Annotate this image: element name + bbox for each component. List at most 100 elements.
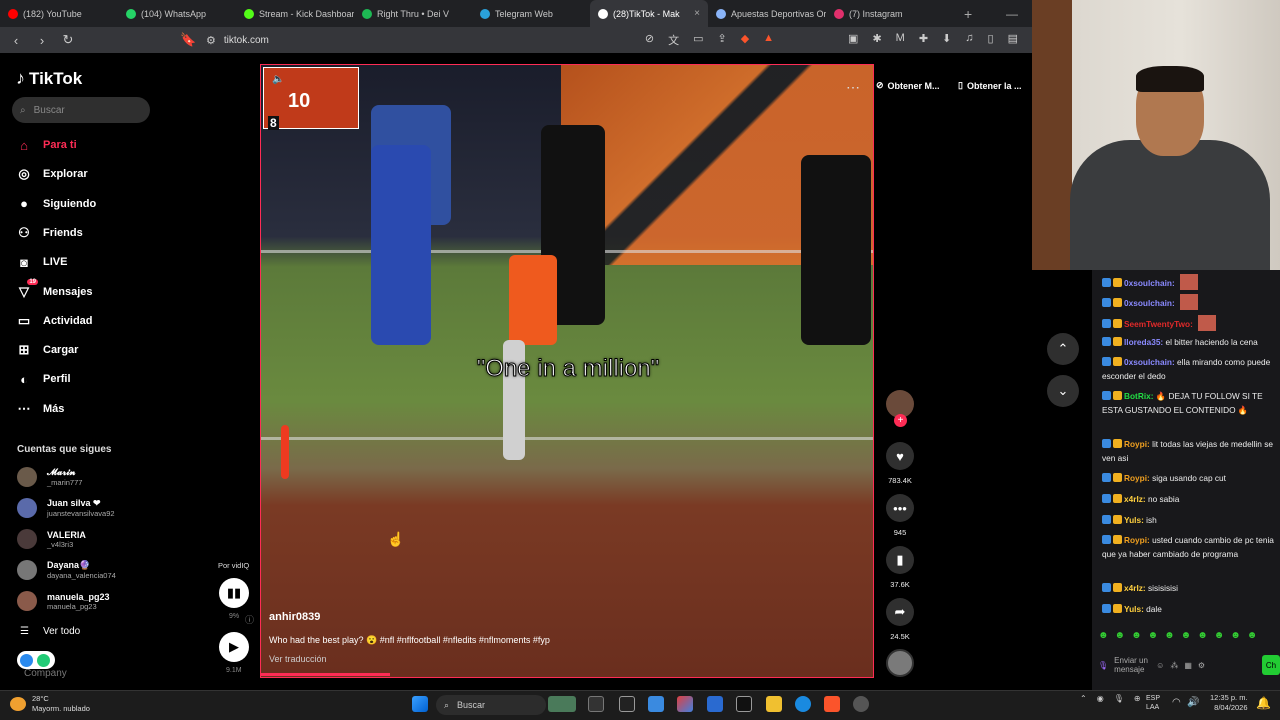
brave-icon[interactable] [824, 696, 840, 712]
browser-tab[interactable]: (182) YouTube [0, 0, 118, 27]
url-text[interactable]: tiktok.com [224, 35, 269, 46]
chat-username[interactable]: 0xsoulchain: [1124, 298, 1175, 308]
extension-fire-icon[interactable]: ✱ [872, 32, 881, 48]
chat-username[interactable]: x4rlz: [1124, 494, 1146, 504]
chat-username[interactable]: Yuls: [1124, 604, 1144, 614]
edge-icon[interactable] [795, 696, 811, 712]
nav-item[interactable]: ◙ LIVE [16, 254, 67, 270]
following-account[interactable]: 𝓜𝓪𝓻𝓲𝓷 _marin777 [17, 467, 82, 487]
taskbar-search[interactable]: ⌕ Buscar [436, 695, 546, 715]
emote-icon[interactable]: ☻ [1214, 630, 1225, 641]
cast-icon[interactable]: ⊘ [645, 32, 654, 48]
close-tab-icon[interactable]: × [694, 8, 700, 19]
file-explorer-icon[interactable] [766, 696, 782, 712]
install-icon[interactable]: ▭ [693, 32, 703, 48]
extension-button-2[interactable]: ▯ Obtener la ... [958, 80, 1021, 91]
back-icon[interactable]: ‹ [8, 33, 24, 48]
terminal-icon[interactable] [736, 696, 752, 712]
music-disc[interactable] [886, 649, 914, 677]
extension-button-1[interactable]: ⊘ Obtener M... [876, 80, 940, 91]
browser-tab[interactable]: (7) Instagram [826, 0, 944, 27]
chat-username[interactable]: 0xsoulchain: [1124, 357, 1175, 367]
minimize-icon[interactable]: — [1006, 7, 1018, 21]
taskbar-clock[interactable]: 12:35 p. m. 8/04/2026 [1210, 693, 1248, 713]
weather-widget[interactable]: 28°C Mayorm. nublado [32, 694, 90, 714]
emoji-icon[interactable]: ☺ [1156, 661, 1164, 670]
volume-icon[interactable]: 🔈 [272, 74, 284, 85]
task-view-icon[interactable] [588, 696, 604, 712]
share-icon[interactable]: ⇪ [717, 32, 726, 48]
store-icon[interactable]: ▦ [1184, 661, 1192, 670]
chat-username[interactable]: x4rlz: [1124, 583, 1146, 593]
chat-input[interactable]: Enviar un mensaje [1114, 656, 1150, 674]
emote-icon[interactable]: ☻ [1164, 630, 1175, 641]
chevron-up-icon[interactable]: ⌃ [1080, 694, 1087, 703]
nav-item[interactable]: ⋯ Más [16, 401, 65, 417]
extension-translate-icon[interactable]: ▣ [848, 32, 858, 48]
volume-icon[interactable]: 🔊 [1187, 697, 1199, 708]
like-button[interactable]: ♥ 783.4K [886, 442, 914, 485]
more-options-icon[interactable]: ⋯ [846, 79, 860, 96]
language-indicator[interactable]: ESP LAA [1146, 694, 1160, 712]
nav-item[interactable]: ⚇ Friends [16, 225, 83, 241]
settings-icon[interactable]: ⚙ [1198, 661, 1205, 670]
following-account[interactable]: manuela_pg23 manuela_pg23 [17, 591, 110, 611]
url-field[interactable]: ⚙ tiktok.com [206, 34, 269, 47]
translate-icon[interactable]: 文 [668, 32, 679, 48]
follow-plus-icon[interactable]: + [894, 414, 907, 427]
site-info-icon[interactable]: ⚙ [206, 34, 216, 47]
share-button[interactable]: ➦ 24.5K [886, 598, 914, 641]
extension-m-icon[interactable]: M [896, 32, 905, 48]
reload-icon[interactable]: ↻ [60, 32, 76, 48]
emote-icon[interactable]: ☻ [1131, 630, 1142, 641]
company-link[interactable]: Company [24, 668, 67, 679]
extension-puzzle-icon[interactable]: ✚ [919, 32, 928, 48]
sidebar-icon[interactable]: ▯ [988, 32, 994, 48]
emote-icon[interactable]: ☻ [1148, 630, 1159, 641]
nav-item[interactable]: ⊞ Cargar [16, 342, 79, 358]
chat-username[interactable]: Roypi: [1124, 473, 1150, 483]
tray-extra-icon[interactable]: ⊕ [1134, 694, 1141, 703]
chat-username[interactable]: BotRix: [1124, 391, 1154, 401]
tray-app-icon[interactable]: ◉ [1097, 694, 1104, 703]
search-input[interactable]: ⌕ Buscar [12, 97, 150, 123]
new-tab-icon[interactable]: + [964, 6, 972, 22]
chat-username[interactable]: 0xsoulchain: [1124, 278, 1175, 288]
chat-username[interactable]: Roypi: [1124, 535, 1150, 545]
video-author[interactable]: anhir0839 [269, 611, 320, 623]
forward-icon[interactable]: › [34, 33, 50, 48]
translate-link[interactable]: Ver traducción [269, 654, 327, 664]
nav-item[interactable]: ● Siguiendo [16, 196, 96, 212]
wallet-icon[interactable]: ▤ [1008, 32, 1018, 48]
start-icon[interactable] [412, 696, 428, 712]
chat-username[interactable]: Roypi: [1124, 439, 1150, 449]
browser-tab[interactable]: Stream - Kick Dashboar [236, 0, 354, 27]
tiktok-logo[interactable]: ♪ TikTok [16, 68, 82, 89]
mic-icon[interactable]: 🎙 [1098, 661, 1108, 670]
nav-item[interactable]: ⌂ Para ti [16, 137, 77, 153]
copilot-icon[interactable] [677, 696, 693, 712]
chat-send-button[interactable]: Ch [1262, 655, 1280, 675]
weather-icon[interactable] [10, 697, 26, 711]
chat-username[interactable]: SeemTwentyTwo: [1124, 319, 1193, 329]
chat-username[interactable]: Yuls: [1124, 515, 1144, 525]
downloads-icon[interactable]: ⬇ [942, 32, 951, 48]
next-video-button[interactable]: ⌄ [1047, 375, 1079, 407]
browser-tab[interactable]: Apuestas Deportivas Or [708, 0, 826, 27]
video-player[interactable]: 🔈 10 8 ⋯ "One in a million" ☝ anhir0839 … [260, 64, 874, 678]
nav-item[interactable]: ▭ Actividad [16, 313, 93, 329]
emote-icon[interactable]: ☻ [1230, 630, 1241, 641]
comment-button[interactable]: ••• 945 [886, 494, 914, 537]
app-toggle[interactable] [17, 651, 55, 669]
brave-shield-icon[interactable]: ◆ [741, 32, 749, 48]
chat-username[interactable]: lloreda35: [1124, 337, 1163, 347]
nav-item[interactable]: ▽ 19 Mensajes [16, 278, 93, 300]
emote-icon[interactable]: ☻ [1098, 630, 1109, 641]
media-icon[interactable]: ♫ [965, 32, 973, 48]
obs-icon[interactable] [853, 696, 869, 712]
info-icon[interactable]: ⓘ [245, 613, 254, 626]
nav-item[interactable]: ◎ Explorar [16, 166, 87, 182]
emote-icon[interactable]: ☻ [1197, 630, 1208, 641]
browser-tab[interactable]: (28)TikTok - Mak × [590, 0, 708, 27]
mic-icon[interactable]: 🎙 [1114, 694, 1124, 703]
